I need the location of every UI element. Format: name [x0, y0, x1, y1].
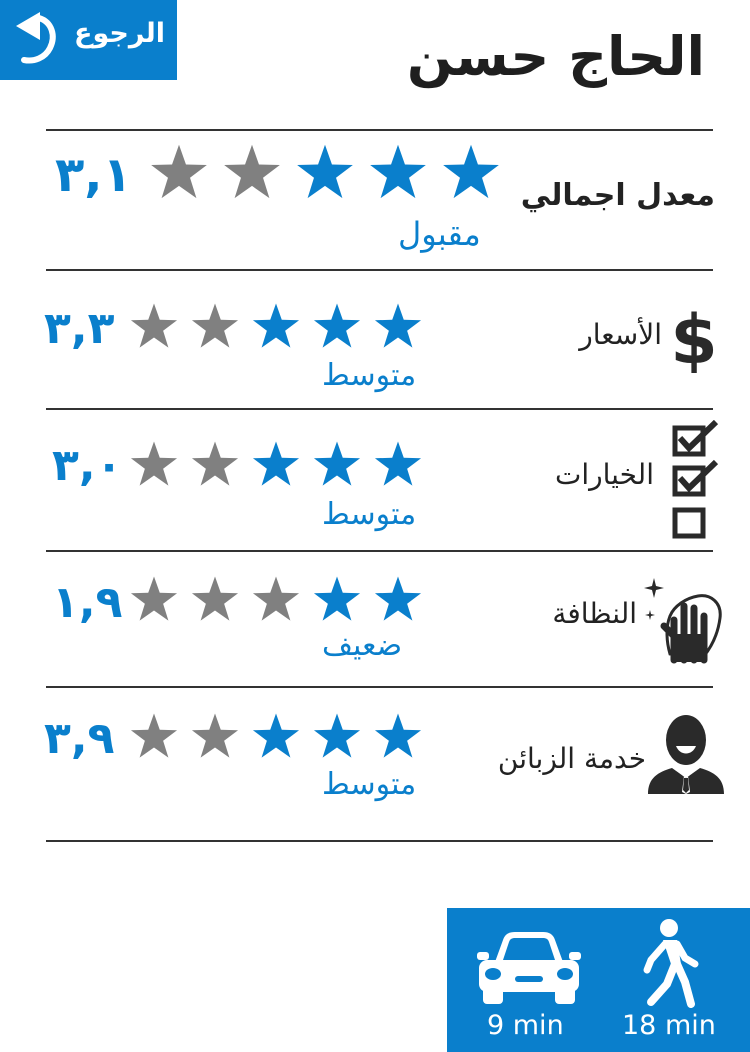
divider — [46, 550, 713, 552]
checklist-icon — [672, 419, 722, 546]
star-filled-icon — [374, 440, 422, 488]
customer-service-star-rating — [130, 712, 422, 760]
prices-star-rating — [130, 302, 422, 350]
page-title: الحاج حسن — [406, 25, 705, 88]
prices-quality: متوسط — [322, 358, 417, 393]
star-filled-icon — [313, 575, 361, 623]
star-filled-icon — [374, 712, 422, 760]
overall-star-rating — [150, 143, 500, 201]
divider — [46, 408, 713, 410]
back-label: الرجوع — [74, 18, 166, 49]
car-travel-time: 9 min — [487, 1010, 564, 1041]
star-empty-icon — [150, 143, 208, 201]
back-button[interactable]: الرجوع — [0, 0, 177, 80]
star-empty-icon — [130, 712, 178, 760]
star-empty-icon — [252, 575, 300, 623]
star-empty-icon — [130, 575, 178, 623]
back-arrow-icon — [12, 10, 62, 70]
customer-service-quality: متوسط — [322, 767, 417, 802]
star-filled-icon — [313, 440, 361, 488]
star-filled-icon — [252, 440, 300, 488]
prices-score: ٣,٣ — [44, 303, 115, 354]
customer-service-score: ٣,٩ — [44, 713, 115, 764]
star-filled-icon — [442, 143, 500, 201]
star-filled-icon — [252, 302, 300, 350]
star-filled-icon — [374, 302, 422, 350]
options-quality: متوسط — [322, 497, 417, 532]
customer-service-icon — [646, 712, 726, 798]
customer-service-label: خدمة الزبائن — [497, 742, 646, 775]
divider — [46, 269, 713, 271]
star-filled-icon — [313, 302, 361, 350]
travel-times-panel: 9 min 18 min — [447, 908, 750, 1052]
divider — [46, 129, 713, 131]
options-label: الخيارات — [554, 458, 654, 491]
star-empty-icon — [191, 712, 239, 760]
divider — [46, 840, 713, 842]
cleanliness-quality: ضعيف — [322, 628, 403, 663]
divider — [46, 686, 713, 688]
walk-travel-time: 18 min — [622, 1010, 716, 1041]
star-empty-icon — [130, 302, 178, 350]
overall-quality: مقبول — [398, 215, 481, 253]
options-star-rating — [130, 440, 422, 488]
star-empty-icon — [191, 575, 239, 623]
svg-text:$: $ — [670, 303, 717, 373]
overall-score: ٣,١ — [55, 147, 132, 203]
cleanliness-score: ١,٩ — [52, 577, 123, 628]
star-filled-icon — [296, 143, 354, 201]
star-empty-icon — [191, 440, 239, 488]
cleaning-hand-icon — [640, 576, 724, 670]
prices-label: الأسعار — [579, 318, 662, 351]
cleanliness-star-rating — [130, 575, 422, 623]
star-filled-icon — [374, 575, 422, 623]
star-empty-icon — [130, 440, 178, 488]
overall-rating-label: معدل اجمالي — [520, 178, 715, 213]
star-filled-icon — [313, 712, 361, 760]
cleanliness-label: النظافة — [552, 597, 637, 630]
star-empty-icon — [223, 143, 281, 201]
dollar-icon: $ — [670, 301, 718, 380]
options-score: ٣,٠ — [52, 440, 123, 491]
star-filled-icon — [252, 712, 300, 760]
star-filled-icon — [369, 143, 427, 201]
star-empty-icon — [191, 302, 239, 350]
car-icon — [477, 930, 581, 1008]
walking-person-icon — [637, 918, 701, 1012]
